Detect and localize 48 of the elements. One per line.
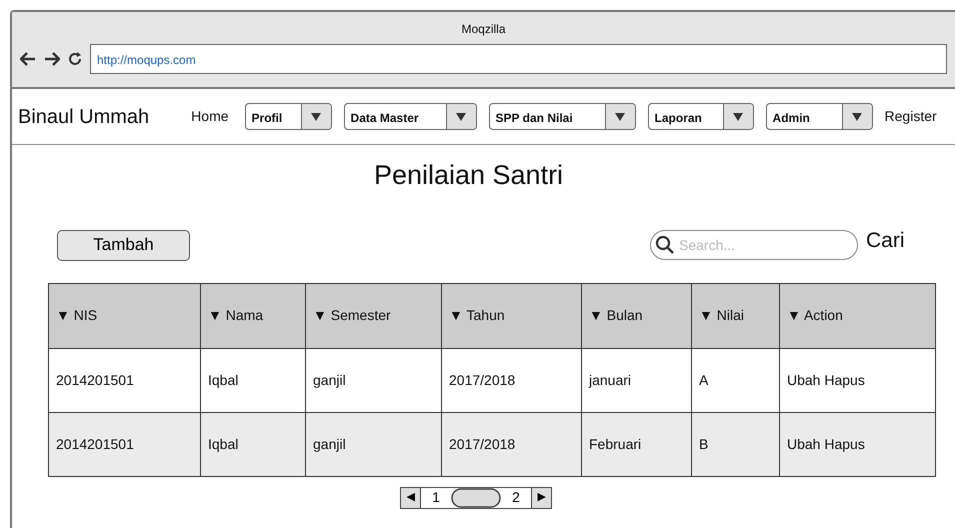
table-cell: Iqbal (200, 348, 306, 412)
next-button[interactable]: ▶ (531, 488, 551, 508)
caret-icon (733, 112, 744, 120)
column-header[interactable]: ▼ Nilai (692, 283, 780, 348)
column-header[interactable]: ▼ Semester (306, 283, 442, 348)
address-field[interactable]: http://moqups.com (90, 44, 947, 74)
search-label: Cari (866, 228, 905, 254)
page-title: Penilaian Santri (372, 159, 564, 192)
previous-button[interactable]: ◀ (401, 488, 421, 508)
nav-dropdown[interactable]: Data Master (344, 103, 477, 130)
table-cell: A (692, 348, 780, 412)
table-cell: 2014201501 (48, 412, 200, 476)
column-header[interactable]: ▼ Tahun (442, 283, 582, 348)
table-cell: ganjil (306, 412, 442, 476)
nav-dropdown[interactable]: Profil (244, 103, 332, 130)
caret-icon (852, 112, 862, 120)
table-cell: Februari (582, 412, 692, 476)
caret-icon (456, 112, 466, 120)
table-cell: 2017/2018 (442, 348, 582, 412)
slider-thumb[interactable] (451, 488, 501, 508)
table-cell: Iqbal (200, 412, 306, 476)
column-header[interactable]: ▼ NIS (48, 283, 200, 348)
caret-icon (311, 112, 322, 120)
brand-name: Binaul Ummah (18, 104, 150, 130)
caret-icon (615, 112, 626, 120)
table-cell: januari (582, 348, 692, 412)
column-header[interactable]: ▼ Action (780, 283, 936, 348)
table-cell: Ubah Hapus (780, 348, 936, 412)
table-cell: Ubah Hapus (780, 412, 936, 476)
nav-dropdown[interactable]: SPP dan Nilai (488, 103, 636, 130)
forward-icon[interactable] (44, 52, 60, 66)
nav-dropdown[interactable]: Admin (766, 103, 873, 130)
column-header[interactable]: ▼ Nama (200, 283, 306, 348)
page-button[interactable]: 2 (501, 487, 531, 508)
page-button[interactable]: 1 (421, 487, 451, 508)
nav-dropdown[interactable]: Laporan (648, 103, 754, 130)
nav-link[interactable]: Home (191, 106, 229, 127)
nav-link[interactable]: Register (884, 106, 937, 127)
back-icon[interactable] (20, 52, 36, 66)
table-cell: 2017/2018 (442, 412, 582, 476)
window-title: Moqzilla (460, 21, 506, 38)
table-cell: ganjil (306, 348, 442, 412)
search-field[interactable]: Search... (650, 230, 858, 260)
table-cell: B (692, 412, 780, 476)
add-button[interactable]: Tambah (57, 230, 190, 260)
reload-icon[interactable] (68, 52, 82, 66)
table-cell: 2014201501 (48, 348, 200, 412)
column-header[interactable]: ▼ Bulan (582, 283, 692, 348)
